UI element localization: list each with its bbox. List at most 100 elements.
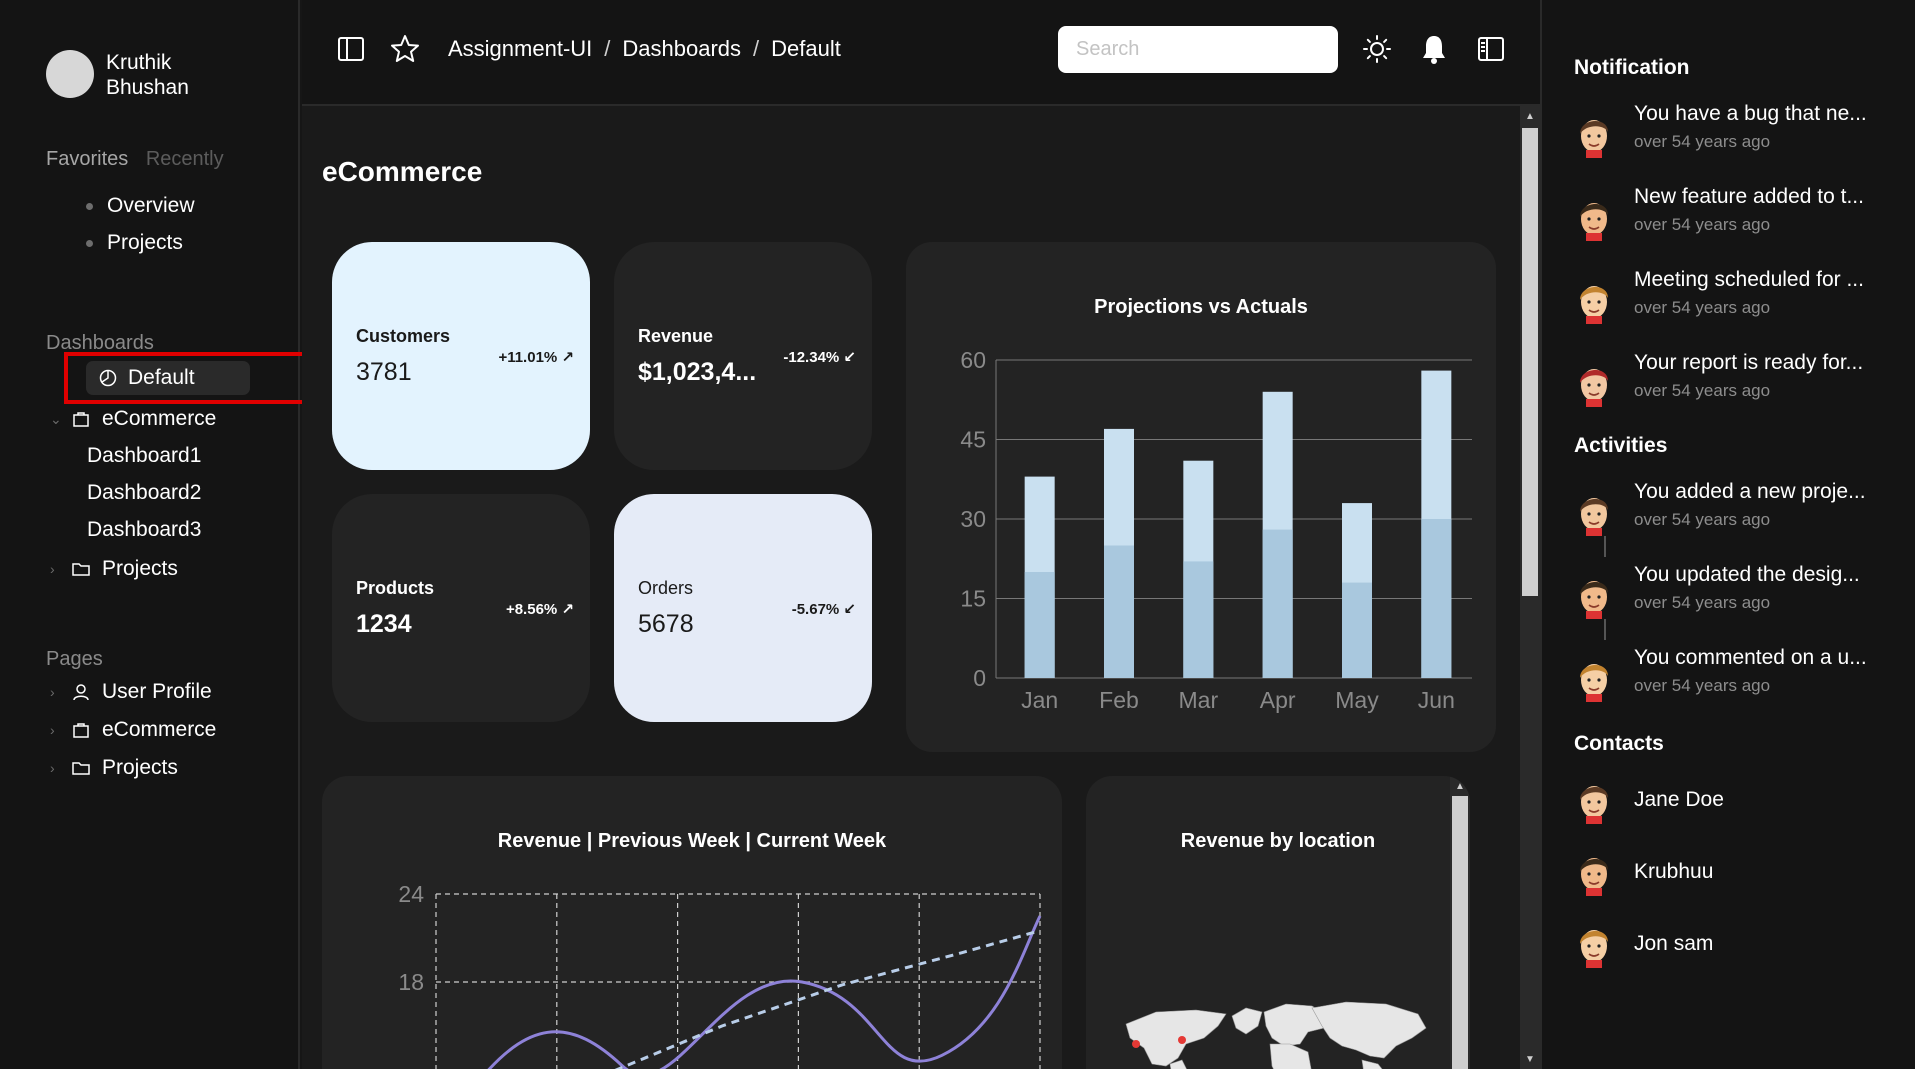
activity-item[interactable]: You commented on a u... over 54 years ag… (1574, 646, 1904, 716)
breadcrumb-item[interactable]: Default (771, 36, 841, 61)
notification-text: Meeting scheduled for ... (1634, 268, 1864, 291)
series-line-previous-week[interactable] (602, 929, 1041, 1069)
contact-item[interactable]: Jane Doe (1574, 776, 1894, 832)
favorite-item-overview[interactable]: Overview (86, 194, 195, 218)
folder-icon (72, 762, 90, 775)
products-card[interactable]: Products 1234 +8.56% ↗ (332, 494, 590, 722)
activity-text: You updated the desig... (1634, 563, 1860, 586)
location-marker[interactable] (1178, 1036, 1186, 1044)
bell-icon[interactable] (1419, 34, 1449, 64)
scrollbar-thumb[interactable] (1452, 796, 1468, 1069)
card-value: 1234 (356, 610, 412, 638)
change-value: -12.34% (783, 349, 840, 366)
avatar (1574, 276, 1614, 324)
sidebar-item-pages-projects[interactable]: › Projects (50, 753, 178, 783)
scroll-down-icon[interactable]: ▼ (1520, 1049, 1540, 1069)
sidebar-item-label: eCommerce (102, 407, 217, 430)
bar-actual[interactable] (1421, 519, 1452, 678)
y-tick-label: 15 (960, 586, 986, 612)
folder-icon (72, 563, 90, 576)
y-tick-label: 45 (960, 427, 986, 453)
breadcrumb-item[interactable]: Dashboards (622, 36, 741, 61)
sidebar-item-label: Projects (102, 557, 178, 580)
customers-card[interactable]: Customers 3781 +11.01% ↗ (332, 242, 590, 470)
bar-actual[interactable] (1342, 582, 1372, 678)
sidebar-item-ecommerce[interactable]: ⌄ eCommerce (50, 404, 216, 434)
chevron-right-icon: › (50, 722, 55, 738)
projections-panel: Projections vs Actuals 0 15 30 45 60 Jan Feb Ma… (906, 242, 1496, 752)
trend-down-icon: ↙ (843, 349, 856, 366)
sidebar-item-user-profile[interactable]: › User Profile (50, 677, 212, 707)
sidebar-item-dashboard2[interactable]: Dashboard2 (87, 481, 201, 505)
bar-actual[interactable] (1104, 545, 1134, 679)
right-panel-toggle-icon[interactable] (1476, 34, 1506, 64)
activity-item[interactable]: You added a new proje... over 54 years a… (1574, 480, 1904, 550)
revenue-panel: Revenue | Previous Week | Current Week 1… (322, 776, 1062, 1069)
scroll-up-icon[interactable]: ▲ (1520, 106, 1540, 126)
main-scrollbar[interactable]: ▲ ▼ (1520, 106, 1540, 1069)
tab-favorites[interactable]: Favorites (46, 148, 128, 170)
search-input[interactable] (1058, 26, 1338, 73)
y-tick-label: 30 (960, 506, 986, 532)
tab-recently[interactable]: Recently (146, 148, 224, 170)
scrollbar-thumb[interactable] (1522, 128, 1538, 596)
sidebar-item-dashboard1[interactable]: Dashboard1 (87, 444, 201, 468)
selection-highlight (64, 352, 306, 404)
avatar[interactable] (46, 50, 94, 98)
bar-actual[interactable] (1183, 561, 1214, 678)
notification-text: You have a bug that ne... (1634, 102, 1867, 125)
favorites-tabs: Favorites Recently (46, 148, 236, 171)
contact-item[interactable]: Krubhuu (1574, 848, 1894, 904)
notification-item[interactable]: You have a bug that ne... over 54 years … (1574, 102, 1904, 172)
activity-item[interactable]: You updated the desig... over 54 years a… (1574, 563, 1904, 633)
bar-actual[interactable] (1024, 572, 1055, 678)
y-tick-label: 0 (973, 665, 986, 691)
timeline-connector (1604, 619, 1606, 640)
sidebar-item-label: User Profile (102, 680, 212, 703)
avatar (1574, 488, 1614, 536)
bullet-icon (86, 202, 93, 210)
x-tick-label: Jan (1021, 687, 1058, 713)
notifications-title: Notification (1574, 56, 1690, 79)
timeline-connector (1604, 536, 1606, 557)
contact-name: Jane Doe (1634, 788, 1724, 811)
projections-bar-chart: 0 15 30 45 60 Jan Feb Mar Apr May Jun (960, 347, 1472, 713)
user-last-name: Bhushan (106, 76, 189, 99)
bar-actual[interactable] (1262, 529, 1293, 678)
sidebar-toggle-icon[interactable] (336, 34, 366, 64)
world-map (1125, 1001, 1427, 1069)
sidebar-item-pages-ecommerce[interactable]: › eCommerce (50, 715, 216, 745)
trend-down-icon: ↙ (843, 601, 856, 618)
avatar (1574, 654, 1614, 702)
notification-item[interactable]: Meeting scheduled for ... over 54 years … (1574, 268, 1904, 338)
pages-section-title: Pages (46, 648, 103, 670)
trend-up-icon: ↗ (561, 601, 574, 618)
sidebar-item-projects[interactable]: › Projects (50, 554, 178, 584)
contact-name: Jon sam (1634, 932, 1714, 955)
location-scrollbar[interactable]: ▲ (1450, 776, 1470, 1069)
contact-item[interactable]: Jon sam (1574, 920, 1894, 976)
favorite-item-projects[interactable]: Projects (86, 231, 183, 255)
breadcrumb-item[interactable]: Assignment-UI (448, 36, 592, 61)
trend-up-icon: ↗ (561, 349, 574, 366)
notification-time: over 54 years ago (1634, 132, 1771, 151)
notification-text: Your report is ready for... (1634, 351, 1864, 374)
scroll-up-icon[interactable]: ▲ (1450, 776, 1470, 796)
series-line-current-week[interactable] (482, 915, 1042, 1069)
avatar (1574, 920, 1614, 968)
right-panel: Notification You have a bug that ne... o… (1540, 0, 1915, 1069)
star-icon[interactable] (390, 34, 420, 64)
location-marker[interactable] (1132, 1040, 1140, 1048)
notification-item[interactable]: New feature added to t... over 54 years … (1574, 185, 1904, 255)
avatar (1574, 571, 1614, 619)
notification-item[interactable]: Your report is ready for... over 54 year… (1574, 351, 1904, 421)
change-value: -5.67% (791, 601, 840, 618)
card-value: 5678 (638, 610, 694, 638)
sidebar-item-label: Projects (102, 756, 178, 779)
revenue-card[interactable]: Revenue $1,023,4... -12.34% ↙ (614, 242, 872, 470)
y-tick-label: 60 (960, 347, 986, 373)
y-tick-label: 18 (398, 969, 424, 995)
orders-card[interactable]: Orders 5678 -5.67% ↙ (614, 494, 872, 722)
sidebar-item-dashboard3[interactable]: Dashboard3 (87, 518, 201, 542)
sun-icon[interactable] (1362, 34, 1392, 64)
